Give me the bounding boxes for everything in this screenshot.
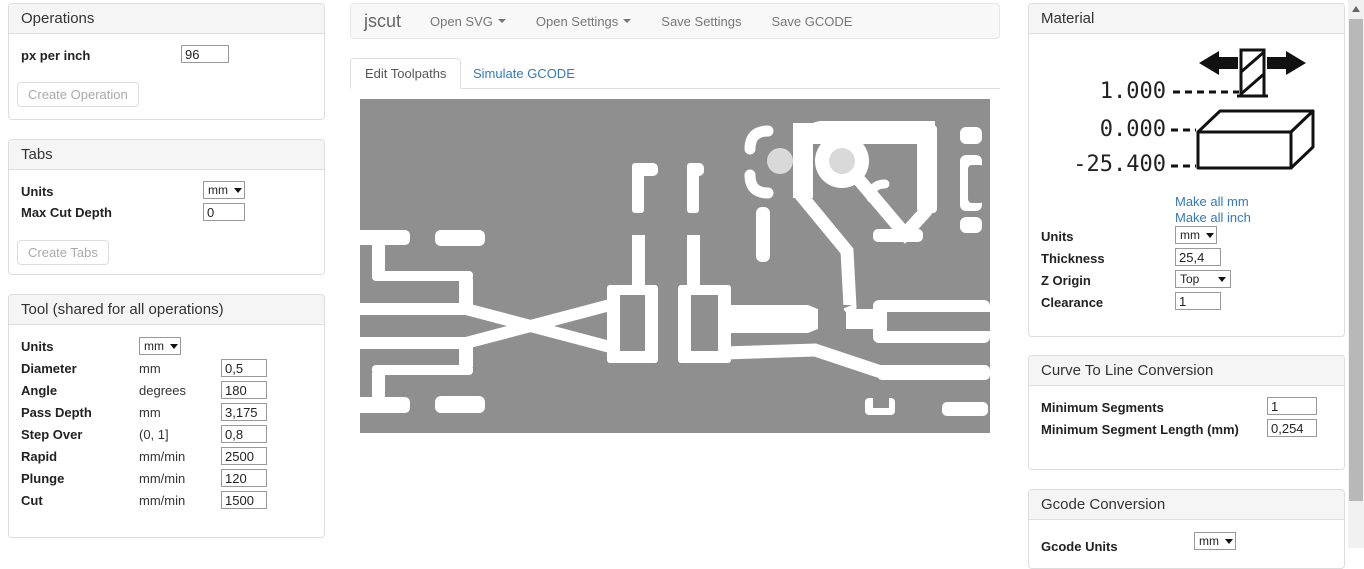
angle-input[interactable] — [221, 381, 267, 399]
thickness-input[interactable] — [1175, 248, 1221, 266]
pcb-copper-area — [360, 99, 990, 433]
dropdown-arrow-icon — [1225, 538, 1233, 544]
drill-hole — [767, 148, 793, 174]
dropdown-arrow-icon — [1206, 232, 1214, 238]
toolpath-preview-svg[interactable] — [360, 99, 990, 433]
caret-down-icon — [497, 19, 506, 23]
app-brand[interactable]: jscut — [351, 11, 415, 32]
dropdown-arrow-icon — [234, 187, 242, 193]
create-tabs-button[interactable]: Create Tabs — [17, 240, 109, 265]
min-segment-length-input[interactable] — [1267, 419, 1317, 437]
material-panel-title: Material — [1029, 4, 1344, 34]
tabs-units-value: mm — [208, 183, 228, 197]
tool-row-unit: mm — [139, 361, 161, 376]
dropdown-arrow-icon — [170, 343, 178, 349]
plunge-input[interactable] — [221, 469, 267, 487]
min-segment-length-label: Minimum Segment Length (mm) — [1041, 422, 1239, 437]
material-level-bottom: -25.400 — [1073, 152, 1166, 177]
diameter-input[interactable] — [221, 359, 267, 377]
material-units-label: Units — [1041, 229, 1074, 244]
operations-panel-title: Operations — [9, 4, 324, 34]
gcode-units-select[interactable]: mm — [1194, 532, 1236, 550]
create-operation-button[interactable]: Create Operation — [17, 82, 139, 107]
tool-row-unit: mm/min — [139, 471, 186, 486]
curve-conversion-panel: Curve To Line Conversion Minimum Segment… — [1028, 355, 1345, 470]
material-units-select[interactable]: mm — [1175, 226, 1217, 244]
material-units-value: mm — [1180, 228, 1200, 242]
view-tabs: Edit Toolpaths Simulate GCODE — [350, 58, 1000, 89]
save-gcode-button[interactable]: Save GCODE — [757, 4, 868, 38]
step-over-input[interactable] — [221, 425, 267, 443]
thickness-label: Thickness — [1041, 251, 1105, 266]
min-segments-input[interactable] — [1267, 397, 1317, 415]
tool-row-label: Cut — [21, 493, 43, 508]
clearance-input[interactable] — [1175, 292, 1221, 310]
gcode-units-value: mm — [1199, 534, 1219, 548]
tool-row-unit: mm — [139, 405, 161, 420]
px-per-inch-input[interactable] — [181, 45, 229, 63]
tabs-units-label: Units — [21, 184, 54, 199]
z-origin-select[interactable]: Top — [1175, 270, 1231, 288]
tool-row-unit: (0, 1] — [139, 427, 169, 442]
px-per-inch-label: px per inch — [21, 48, 91, 63]
material-level-surface: 0.000 — [1100, 117, 1166, 142]
z-origin-value: Top — [1180, 272, 1200, 286]
max-cut-depth-input[interactable] — [203, 203, 245, 221]
tool-row-unit: degrees — [139, 383, 186, 398]
material-diagram: 1.000 0.000 -25.400 — [1073, 48, 1315, 177]
drill-hole — [829, 148, 855, 174]
tool-row-label: Plunge — [21, 471, 65, 486]
gcode-units-label: Gcode Units — [1041, 539, 1118, 554]
dropdown-arrow-icon — [1218, 276, 1226, 282]
z-origin-label: Z Origin — [1041, 273, 1091, 288]
tool-row-label: Angle — [21, 383, 58, 398]
tool-panel: Tool (shared for all operations) Units m… — [8, 294, 325, 538]
tool-row-unit: mm/min — [139, 493, 186, 508]
caret-down-icon — [623, 19, 632, 23]
tool-row-unit: mm/min — [139, 449, 186, 464]
tool-units-label: Units — [21, 339, 54, 354]
tool-units-select[interactable]: mm — [139, 337, 181, 355]
rapid-input[interactable] — [221, 447, 267, 465]
cut-input[interactable] — [221, 491, 267, 509]
tab-simulate-gcode[interactable]: Simulate GCODE — [458, 58, 590, 89]
tool-panel-title: Tool (shared for all operations) — [9, 295, 324, 325]
tool-row-label: Rapid — [21, 449, 58, 464]
gcode-panel-title: Gcode Conversion — [1029, 490, 1344, 520]
tabs-panel: Tabs Units mm Max Cut Depth Create Tabs — [8, 139, 325, 275]
tab-edit-toolpaths[interactable]: Edit Toolpaths — [350, 58, 462, 89]
material-panel: Material 1.000 0.000 -25.400 Make all mm… — [1028, 3, 1345, 337]
min-segments-label: Minimum Segments — [1041, 400, 1164, 415]
make-all-inch-link[interactable]: Make all inch — [1175, 210, 1251, 225]
open-svg-label: Open SVG — [430, 13, 493, 29]
tool-row-label: Step Over — [21, 427, 83, 442]
tabs-units-select[interactable]: mm — [203, 181, 245, 199]
main-toolbar: jscut Open SVG Open Settings Save Settin… — [350, 3, 1000, 39]
vertical-scrollbar[interactable] — [1348, 0, 1364, 548]
tool-row-label: Pass Depth — [21, 405, 92, 420]
pass-depth-input[interactable] — [221, 403, 267, 421]
make-all-mm-link[interactable]: Make all mm — [1175, 194, 1249, 209]
material-block-icon — [1196, 109, 1315, 170]
operations-panel: Operations px per inch Create Operation — [8, 3, 325, 120]
cutter-bit-icon — [1237, 48, 1268, 98]
open-svg-menu[interactable]: Open SVG — [415, 4, 521, 38]
max-cut-depth-label: Max Cut Depth — [21, 205, 112, 220]
open-settings-label: Open Settings — [535, 13, 619, 29]
save-settings-button[interactable]: Save Settings — [646, 4, 756, 38]
tabs-panel-title: Tabs — [9, 140, 324, 170]
curve-panel-title: Curve To Line Conversion — [1029, 356, 1344, 386]
tool-units-value: mm — [144, 339, 164, 353]
gcode-conversion-panel: Gcode Conversion Gcode Units mm — [1028, 489, 1345, 569]
open-settings-menu[interactable]: Open Settings — [521, 4, 646, 38]
material-level-top: 1.000 — [1100, 79, 1166, 104]
clearance-label: Clearance — [1041, 295, 1104, 310]
scrollbar-up-arrow-icon[interactable] — [1352, 6, 1360, 12]
tool-row-label: Diameter — [21, 361, 77, 376]
scrollbar-thumb[interactable] — [1349, 19, 1363, 501]
